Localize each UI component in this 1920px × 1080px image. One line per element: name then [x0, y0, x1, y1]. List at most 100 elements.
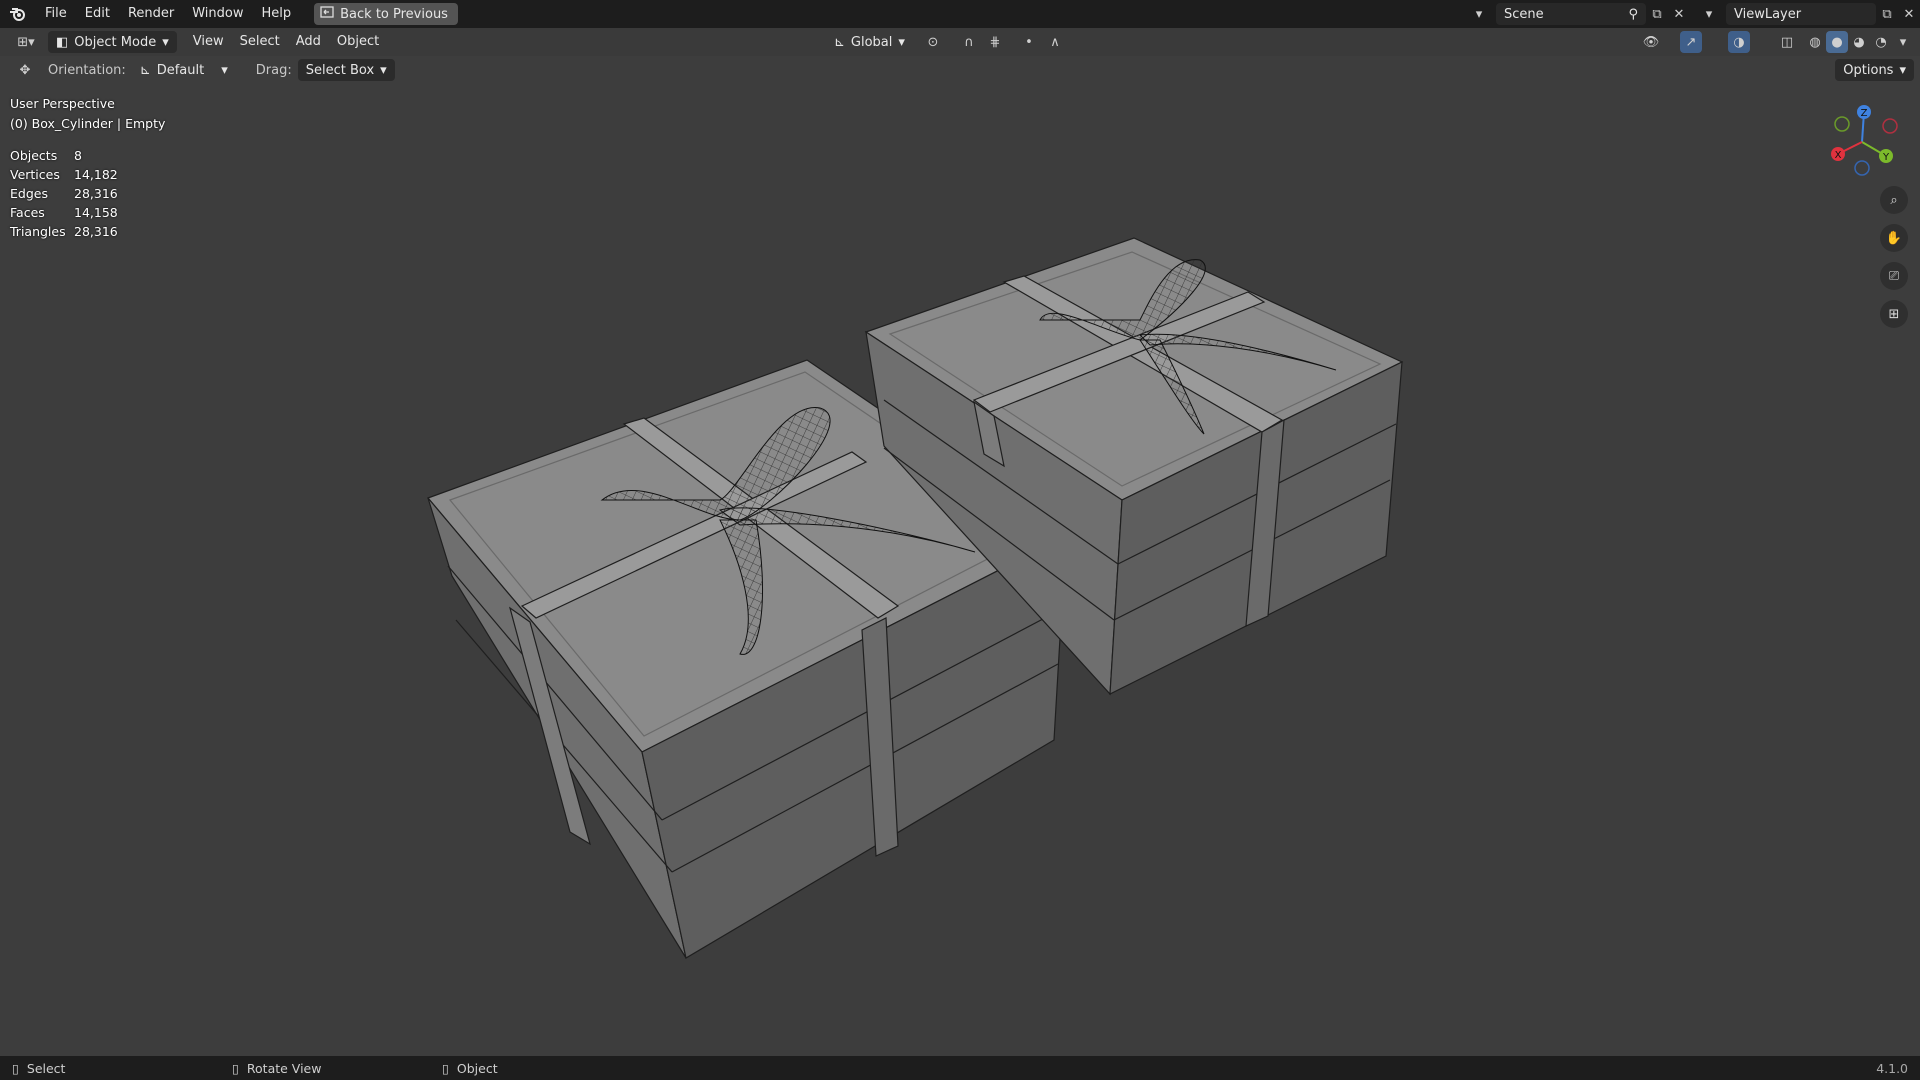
- menu-window[interactable]: Window: [183, 0, 252, 28]
- pin-icon[interactable]: ⚲: [1628, 7, 1638, 22]
- status-object: ▯ Object: [430, 1061, 498, 1076]
- gizmo-z-label: Z: [1861, 108, 1868, 119]
- options-dropdown[interactable]: Options ▾: [1835, 59, 1914, 81]
- viewlayer-browse-icon[interactable]: ▾: [1698, 3, 1720, 25]
- scene-field[interactable]: Scene ⚲: [1496, 3, 1646, 25]
- new-scene-icon[interactable]: ⧉: [1646, 3, 1668, 25]
- zoom-icon[interactable]: ⌕: [1880, 186, 1908, 214]
- overlay-toggle-icon[interactable]: ◑: [1728, 31, 1750, 53]
- delete-scene-icon[interactable]: ✕: [1668, 3, 1690, 25]
- stat-row: Vertices 14,182: [10, 165, 118, 184]
- pan-hand-icon[interactable]: ✋: [1880, 224, 1908, 252]
- shading-wireframe-icon[interactable]: ◍: [1804, 31, 1826, 53]
- pivot-icon[interactable]: ⊙: [922, 31, 944, 53]
- visibility-icon[interactable]: 👁: [1640, 31, 1662, 53]
- status-bar: ▯ Select ▯ Rotate View ▯ Object 4.1.0: [0, 1056, 1920, 1080]
- gizmo-neg-z: [1854, 160, 1870, 176]
- stat-value: 14,158: [74, 205, 118, 220]
- status-select-label: Select: [26, 1060, 66, 1076]
- stat-label: Objects: [10, 148, 58, 163]
- tool-settings-bar: ✥ Orientation: ⊾ Default ▾ Drag: Select …: [0, 56, 1920, 84]
- drag-value: Select Box: [305, 62, 375, 78]
- menu-view[interactable]: View: [185, 31, 232, 53]
- stat-value: 28,316: [74, 186, 118, 201]
- stat-row: Objects 8: [10, 146, 118, 165]
- snap-target-icon[interactable]: ⋕: [984, 31, 1006, 53]
- new-viewlayer-icon[interactable]: ⧉: [1876, 3, 1898, 25]
- mouse-left-icon: ▯: [12, 1060, 19, 1076]
- back-to-previous-button[interactable]: Back to Previous: [314, 3, 458, 25]
- 3d-viewport[interactable]: [0, 56, 1920, 1056]
- menu-file[interactable]: File: [36, 0, 76, 28]
- scene-statistics: Objects 8 Vertices 14,182 Edges 28,316 Face…: [10, 146, 118, 241]
- stat-label: Triangles: [10, 224, 66, 239]
- shading-rendered-icon[interactable]: ◔: [1870, 31, 1892, 53]
- chevron-down-icon: ▾: [380, 62, 387, 78]
- shading-material-icon[interactable]: ◕: [1848, 31, 1870, 53]
- drag-dropdown[interactable]: Select Box ▾: [297, 59, 395, 81]
- viewport-header: ⊞▾ ◧ Object Mode ▾ View Select Add Objec…: [0, 28, 1920, 56]
- version-label: 4.1.0: [1876, 1060, 1908, 1076]
- perspective-label: User Perspective: [10, 96, 115, 111]
- proportional-edit-icon[interactable]: •: [1018, 31, 1040, 53]
- falloff-icon[interactable]: ∧: [1044, 31, 1066, 53]
- mode-label: Object Mode: [74, 34, 157, 50]
- gizmo-x-label: X: [1835, 150, 1842, 161]
- shading-options-icon[interactable]: ▾: [1892, 31, 1914, 53]
- status-rotate: ▯ Rotate View: [220, 1061, 430, 1076]
- chevron-down-icon: ▾: [221, 62, 228, 78]
- chevron-down-icon: ▾: [162, 34, 169, 50]
- stat-value: 28,316: [74, 224, 118, 239]
- transform-space-label: Global: [850, 34, 893, 50]
- gizmo-toggle-icon[interactable]: ↗: [1680, 31, 1702, 53]
- menu-select[interactable]: Select: [232, 31, 288, 53]
- delete-viewlayer-icon[interactable]: ✕: [1898, 3, 1920, 25]
- transform-orientation-dropdown[interactable]: ⊾ Global ▾: [826, 31, 913, 53]
- blender-logo-icon[interactable]: [0, 0, 36, 28]
- viewport-info: User Perspective (0) Box_Cylinder | Empt…: [10, 94, 165, 134]
- editor-type-icon[interactable]: ⊞▾: [10, 31, 42, 53]
- xray-icon[interactable]: ◫: [1776, 31, 1798, 53]
- active-object-label: (0) Box_Cylinder | Empty: [10, 116, 166, 131]
- navigation-gizmo[interactable]: Z Y X: [1822, 100, 1902, 180]
- snap-icon[interactable]: ∩: [958, 31, 980, 53]
- shading-solid-icon[interactable]: ●: [1826, 31, 1848, 53]
- stat-label: Vertices: [10, 167, 60, 182]
- viewlayer-field[interactable]: ViewLayer: [1726, 3, 1876, 25]
- orientation-label: Orientation:: [48, 62, 126, 78]
- mode-selector[interactable]: ◧ Object Mode ▾: [48, 31, 177, 53]
- camera-view-icon[interactable]: ⎚: [1880, 262, 1908, 290]
- back-icon: [320, 6, 334, 22]
- scene-browse-icon[interactable]: ▾: [1468, 3, 1490, 25]
- chevron-down-icon: ▾: [1899, 62, 1906, 78]
- orientation-axis-icon: ⊾: [139, 62, 151, 78]
- status-select: ▯ Select: [0, 1061, 220, 1076]
- chevron-down-icon: ▾: [898, 34, 905, 50]
- global-axis-icon: ⊾: [834, 34, 845, 50]
- stat-row: Faces 14,158: [10, 203, 118, 222]
- status-rotate-label: Rotate View: [246, 1060, 322, 1076]
- gizmo-neg-y: [1834, 116, 1850, 132]
- object-mode-icon: ◧: [56, 34, 69, 50]
- stat-label: Edges: [10, 186, 48, 201]
- orientation-dropdown[interactable]: ⊾ Default ▾: [132, 59, 236, 81]
- stat-label: Faces: [10, 205, 45, 220]
- menu-object[interactable]: Object: [329, 31, 387, 53]
- menu-help[interactable]: Help: [253, 0, 301, 28]
- menu-edit[interactable]: Edit: [76, 0, 119, 28]
- ortho-grid-icon[interactable]: ⊞: [1880, 300, 1908, 328]
- orientation-value: Default: [156, 62, 205, 78]
- gizmo-neg-x: [1882, 118, 1898, 134]
- mouse-middle-icon: ▯: [232, 1060, 239, 1076]
- move-tool-icon[interactable]: ✥: [14, 59, 36, 81]
- scene-name: Scene: [1504, 6, 1544, 22]
- stat-value: 14,182: [74, 167, 118, 182]
- menu-add[interactable]: Add: [288, 31, 329, 53]
- stat-row: Edges 28,316: [10, 184, 118, 203]
- viewlayer-name: ViewLayer: [1734, 6, 1802, 22]
- workspace-selectors: ▾ Scene ⚲ ⧉ ✕ ▾ ViewLayer ⧉ ✕: [1468, 0, 1920, 28]
- stat-value: 8: [74, 148, 82, 163]
- top-menu-bar: File Edit Render Window Help Back to Pre…: [0, 0, 1920, 28]
- menu-render[interactable]: Render: [119, 0, 183, 28]
- viewport-navigation-tools: ⌕ ✋ ⎚ ⊞: [1880, 186, 1908, 328]
